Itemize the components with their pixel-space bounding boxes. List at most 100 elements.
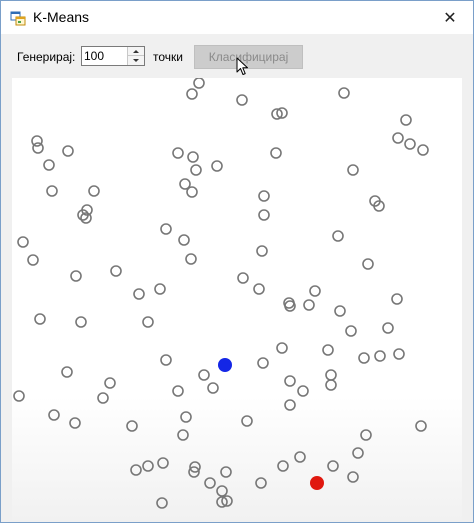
data-point <box>255 477 267 489</box>
data-point <box>352 447 364 459</box>
data-point <box>13 390 25 402</box>
data-point <box>338 87 350 99</box>
spin-down-button[interactable] <box>128 56 144 65</box>
data-point <box>309 285 321 297</box>
data-point <box>297 385 309 397</box>
data-point <box>34 313 46 325</box>
chevron-up-icon <box>133 49 139 53</box>
data-point <box>207 382 219 394</box>
data-point <box>322 344 334 356</box>
data-point <box>303 299 315 311</box>
data-point <box>276 342 288 354</box>
data-point <box>178 234 190 246</box>
data-point <box>258 190 270 202</box>
data-point <box>186 186 198 198</box>
data-point <box>362 258 374 270</box>
title-bar[interactable]: K-Means ✕ <box>1 1 473 34</box>
data-point <box>32 142 44 154</box>
points-plot <box>13 78 429 509</box>
data-point <box>190 164 202 176</box>
data-point <box>48 409 60 421</box>
data-point <box>393 348 405 360</box>
points-count-input[interactable] <box>84 48 126 64</box>
centroid-red <box>310 476 324 490</box>
data-point <box>294 451 306 463</box>
data-point <box>257 357 269 369</box>
data-point <box>198 369 210 381</box>
data-point <box>391 293 403 305</box>
spin-buttons <box>127 47 144 65</box>
points-label: точки <box>153 50 183 64</box>
data-point <box>327 460 339 472</box>
data-point <box>236 94 248 106</box>
data-point <box>334 305 346 317</box>
data-point <box>172 385 184 397</box>
mouse-pointer-icon <box>236 57 248 75</box>
data-point <box>241 415 253 427</box>
data-point <box>157 457 169 469</box>
close-icon: ✕ <box>443 9 457 27</box>
data-point <box>177 429 189 441</box>
data-point <box>284 399 296 411</box>
close-button[interactable]: ✕ <box>427 1 473 34</box>
points-count-stepper[interactable] <box>81 46 145 66</box>
data-point <box>62 145 74 157</box>
data-point <box>75 316 87 328</box>
data-point <box>130 464 142 476</box>
data-point <box>97 392 109 404</box>
chevron-down-icon <box>133 59 139 62</box>
window-title: K-Means <box>33 9 90 25</box>
generate-label: Генерирај: <box>17 50 76 64</box>
data-point <box>156 497 168 509</box>
centroid-blue <box>218 358 232 372</box>
data-point <box>185 253 197 265</box>
plot-canvas[interactable] <box>12 78 462 520</box>
data-point <box>347 164 359 176</box>
app-window-icon <box>10 11 26 26</box>
data-point <box>400 114 412 126</box>
data-point <box>126 420 138 432</box>
data-point <box>325 369 337 381</box>
data-point <box>43 159 55 171</box>
data-point <box>277 460 289 472</box>
spin-up-button[interactable] <box>128 47 144 56</box>
data-point <box>186 88 198 100</box>
data-point <box>70 270 82 282</box>
data-point <box>154 283 166 295</box>
data-point <box>216 485 228 497</box>
data-point <box>133 288 145 300</box>
data-point <box>27 254 39 266</box>
data-point <box>382 322 394 334</box>
data-point <box>204 477 216 489</box>
data-point <box>142 460 154 472</box>
data-point <box>332 230 344 242</box>
data-point <box>180 411 192 423</box>
data-point <box>160 354 172 366</box>
data-point <box>17 236 29 248</box>
data-point <box>237 272 249 284</box>
data-point <box>69 417 81 429</box>
app-window: K-Means ✕ Генерирај: точки Класифицирај <box>0 0 474 523</box>
data-point <box>46 185 58 197</box>
data-point <box>347 471 359 483</box>
data-point <box>172 147 184 159</box>
data-point <box>160 223 172 235</box>
data-point <box>358 352 370 364</box>
data-point <box>392 132 404 144</box>
data-point <box>284 375 296 387</box>
data-point <box>211 160 223 172</box>
data-point <box>415 420 427 432</box>
data-point <box>193 78 205 89</box>
data-point <box>110 265 122 277</box>
data-point <box>360 429 372 441</box>
data-point <box>61 366 73 378</box>
data-point <box>104 377 116 389</box>
data-point <box>88 185 100 197</box>
data-point <box>345 325 357 337</box>
data-point <box>374 350 386 362</box>
data-point <box>325 379 337 391</box>
data-point <box>253 283 265 295</box>
data-point <box>404 138 416 150</box>
data-point <box>417 144 429 156</box>
data-point <box>220 466 232 478</box>
